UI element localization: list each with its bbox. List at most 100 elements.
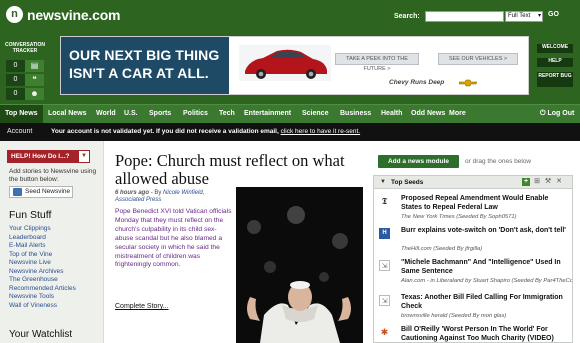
fun-link-clippings[interactable]: Your Clippings bbox=[9, 225, 76, 234]
link-icon: ⇲ bbox=[379, 295, 390, 306]
ad-headline-line2: ISN'T A CAR AT ALL. bbox=[69, 65, 209, 81]
search-input[interactable] bbox=[425, 11, 504, 22]
seed-title[interactable]: Burr explains vote-switch on 'Don't ask,… bbox=[401, 227, 569, 236]
fun-link-recommended[interactable]: Recommended Articles bbox=[9, 285, 76, 294]
seed-title[interactable]: Proposed Repeal Amendment Would Enable S… bbox=[401, 195, 569, 212]
welcome-button[interactable]: WELCOME bbox=[537, 44, 573, 53]
logo-text: newsvine.com bbox=[27, 6, 121, 23]
seed-source: brownsville herald (Seeded By mon glas) bbox=[401, 313, 507, 319]
nav-top-news[interactable]: Top News bbox=[0, 105, 43, 123]
main-nav: Top News Local News World U.S. Sports Po… bbox=[0, 104, 580, 123]
add-news-module-button[interactable]: Add a news module bbox=[378, 155, 459, 168]
ad-vehicles-button[interactable]: SEE OUR VEHICLES > bbox=[438, 53, 518, 65]
fun-stuff-list: Your Clippings Leaderboard E-Mail Alerts… bbox=[9, 225, 76, 310]
chevron-down-icon: ▼ bbox=[79, 151, 89, 162]
person-icon: ☻ bbox=[25, 88, 44, 100]
thehill-icon: H bbox=[379, 228, 390, 239]
seed-button-label: Seed Newsvine bbox=[25, 188, 71, 195]
seed-icon bbox=[13, 188, 22, 196]
seed-newsvine-button[interactable]: Seed Newsvine bbox=[9, 186, 73, 198]
nav-health[interactable]: Health bbox=[381, 105, 402, 123]
add-icon[interactable]: + bbox=[522, 178, 530, 186]
validation-text: Your account is not validated yet. If yo… bbox=[51, 128, 279, 135]
search-go-button[interactable]: GO bbox=[548, 11, 559, 18]
fun-link-newsvine-live[interactable]: Newsvine Live bbox=[9, 259, 76, 268]
seed-source: Alan.com - in Liberaland by Stuart Shapi… bbox=[401, 278, 573, 284]
chevy-bowtie-icon bbox=[459, 79, 477, 87]
fun-link-top-of-vine[interactable]: Top of the Vine bbox=[9, 251, 76, 260]
article-body[interactable]: Pope Benedict XVI told Vatican officials… bbox=[115, 208, 233, 270]
search-type-select[interactable]: Full Text ▾ bbox=[505, 11, 543, 22]
fun-link-wall-of-vineness[interactable]: Wall of Vineness bbox=[9, 302, 76, 311]
tracker-count: 0 bbox=[6, 88, 25, 100]
seed-title[interactable]: "Michele Bachmann" And "Intelligence" Us… bbox=[401, 259, 569, 276]
report-bug-button[interactable]: REPORT BUG bbox=[537, 72, 573, 87]
validation-message: Your account is not validated yet. If yo… bbox=[51, 123, 360, 141]
tracker-row-people[interactable]: 0 ☻ bbox=[6, 88, 44, 100]
nyt-icon: 𝕿 bbox=[381, 196, 388, 206]
tracker-count: 0 bbox=[6, 74, 25, 86]
newsvine-logo-icon: n bbox=[6, 6, 23, 23]
help-button-label: HELP! How Do I...? bbox=[11, 153, 70, 160]
watchlist-heading: Your Watchlist bbox=[9, 329, 73, 340]
article-by-prefix: By bbox=[154, 190, 162, 196]
fun-link-archives[interactable]: Newsvine Archives bbox=[9, 268, 76, 277]
fun-stuff-heading: Fun Stuff bbox=[9, 209, 52, 221]
logout-label: Log Out bbox=[547, 110, 575, 117]
ad-future-button[interactable]: TAKE A PEEK INTO THE FUTURE > bbox=[335, 53, 419, 72]
top-seeds-module: ▼ Top Seeds + ⊞ ⚒ ✕ 𝕿 Proposed Repeal Am… bbox=[373, 175, 573, 343]
tracker-row-comments[interactable]: 0 ▤ bbox=[6, 60, 44, 72]
chat-bubble-icon: ▤ bbox=[25, 60, 44, 72]
pope-photo[interactable] bbox=[236, 187, 363, 343]
nav-business[interactable]: Business bbox=[340, 105, 371, 123]
resend-validation-link[interactable]: click here to have it re-sent. bbox=[281, 128, 360, 135]
rss-icon[interactable]: ⊞ bbox=[533, 178, 541, 186]
top-seeds-title: Top Seeds bbox=[391, 179, 424, 186]
tracker-count: 0 bbox=[6, 60, 25, 72]
site-header: n newsvine.com Search: Full Text ▾ GO CO… bbox=[0, 0, 580, 104]
nav-odd-news[interactable]: Odd News bbox=[411, 105, 445, 123]
lead-article: Pope: Church must reflect on what allowe… bbox=[115, 152, 369, 188]
left-sidebar: HELP! How Do I...? ▼ Add stories to News… bbox=[0, 141, 104, 343]
fun-link-leaderboard[interactable]: Leaderboard bbox=[9, 234, 76, 243]
seed-title[interactable]: Bill O'Reilly 'Worst Person In The World… bbox=[401, 326, 569, 342]
article-time: 6 hours ago bbox=[115, 190, 150, 196]
top-seeds-header: ▼ Top Seeds + ⊞ ⚒ ✕ bbox=[374, 176, 572, 189]
nav-sports[interactable]: Sports bbox=[149, 105, 171, 123]
help-how-do-i-button[interactable]: HELP! How Do I...? ▼ bbox=[7, 150, 90, 163]
nav-politics[interactable]: Politics bbox=[183, 105, 208, 123]
site-logo[interactable]: n newsvine.com bbox=[6, 6, 121, 23]
fun-link-tools[interactable]: Newsvine Tools bbox=[9, 293, 76, 302]
seed-title[interactable]: Texas: Another Bill Filed Calling For Im… bbox=[401, 294, 569, 311]
wrench-icon[interactable]: ⚒ bbox=[544, 178, 552, 186]
nav-more[interactable]: More bbox=[449, 105, 466, 123]
chevron-down-icon: ▾ bbox=[537, 13, 541, 19]
account-bar: Account Your account is not validated ye… bbox=[0, 123, 580, 141]
chevy-ad-banner[interactable]: OUR NEXT BIG THING ISN'T A CAR AT ALL. T… bbox=[60, 36, 529, 95]
nav-world[interactable]: World bbox=[96, 105, 116, 123]
fun-link-greenhouse[interactable]: The Greenhouse bbox=[9, 276, 76, 285]
add-stories-text: Add stories to Newsvine using the button… bbox=[9, 168, 97, 183]
help-button[interactable]: HELP bbox=[537, 58, 573, 67]
collapse-triangle-icon[interactable]: ▼ bbox=[380, 176, 386, 189]
tracker-row-replies[interactable]: 0 ❝ bbox=[6, 74, 44, 86]
logout-link[interactable]: ⏻ Log Out bbox=[540, 105, 574, 123]
nav-us[interactable]: U.S. bbox=[124, 105, 138, 123]
close-icon[interactable]: ✕ bbox=[555, 178, 563, 186]
article-title[interactable]: Pope: Church must reflect on what allowe… bbox=[115, 152, 369, 188]
module-tools: + ⊞ ⚒ ✕ bbox=[522, 178, 563, 186]
nav-entertainment[interactable]: Entertainment bbox=[244, 105, 291, 123]
red-car-image bbox=[239, 45, 331, 81]
ad-headline-panel: OUR NEXT BIG THING ISN'T A CAR AT ALL. bbox=[61, 37, 229, 94]
article-meta: 6 hours ago - By Nicole Winfield, Associ… bbox=[115, 190, 233, 204]
nav-science[interactable]: Science bbox=[302, 105, 328, 123]
search-type-value: Full Text bbox=[508, 13, 531, 19]
nav-local-news[interactable]: Local News bbox=[48, 105, 87, 123]
account-label: Account bbox=[7, 128, 33, 135]
nav-tech[interactable]: Tech bbox=[219, 105, 235, 123]
fun-link-email-alerts[interactable]: E-Mail Alerts bbox=[9, 242, 76, 251]
ad-headline-line1: OUR NEXT BIG THING bbox=[69, 47, 220, 63]
link-icon: ⇲ bbox=[379, 260, 390, 271]
complete-story-link[interactable]: Complete Story... bbox=[115, 303, 169, 310]
conversation-tracker-title: CONVERSATION TRACKER bbox=[5, 42, 45, 54]
